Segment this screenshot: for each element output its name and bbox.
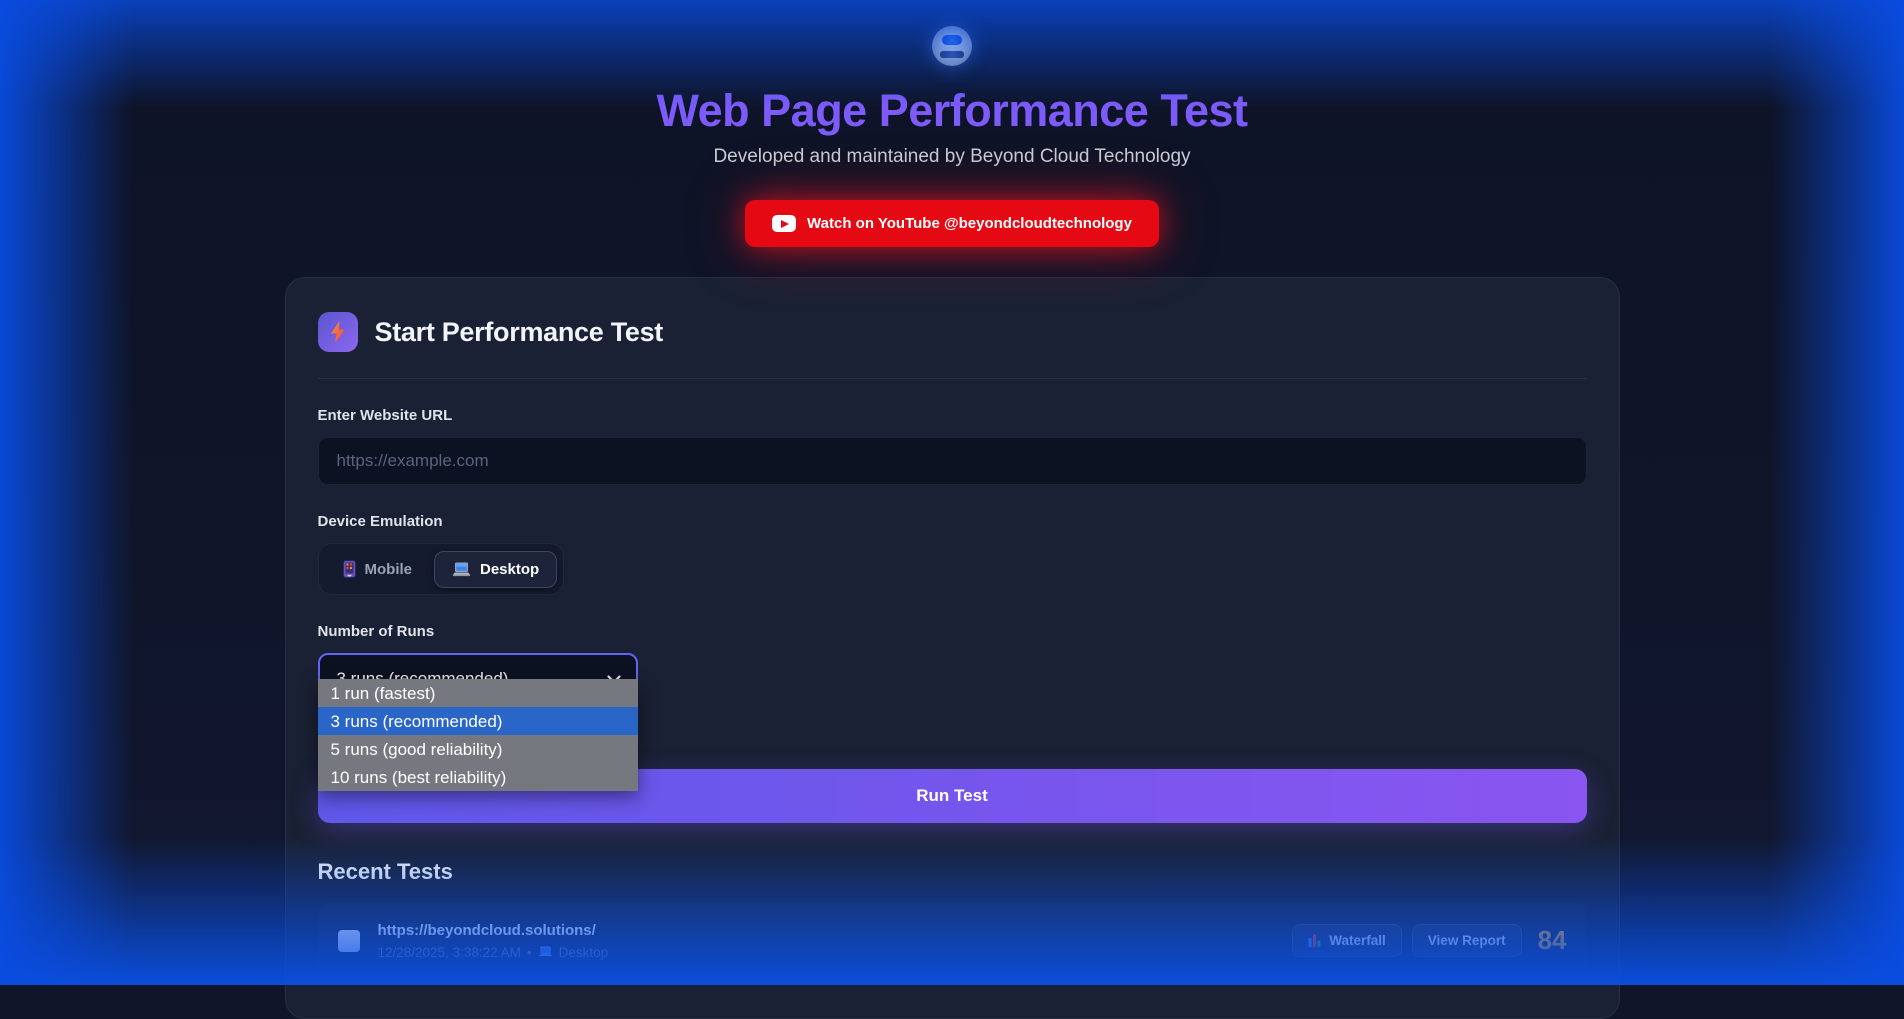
runs-option-1[interactable]: 1 run (fastest) (318, 679, 638, 707)
runs-field-group: Number of Runs 3 runs (recommended) 1 ru… (318, 623, 638, 705)
test-row-actions: Waterfall View Report 84 (1292, 924, 1566, 957)
start-test-card: Start Performance Test Enter Website URL… (285, 277, 1620, 1019)
recent-test-row: https://beyondcloud.solutions/ 12/28/202… (318, 903, 1587, 978)
runs-label: Number of Runs (318, 623, 638, 640)
device-field-group: Device Emulation Mobi (318, 513, 1587, 595)
waterfall-button-label: Waterfall (1329, 933, 1386, 948)
test-row-url: https://beyondcloud.solutions/ (378, 922, 609, 939)
waterfall-button[interactable]: Waterfall (1292, 924, 1402, 957)
mobile-phone-icon (343, 560, 356, 578)
beyond-cloud-logo-icon (932, 26, 972, 66)
recent-tests-title: Recent Tests (318, 859, 1587, 885)
url-field-group: Enter Website URL (318, 407, 1587, 485)
page-title: Web Page Performance Test (0, 85, 1904, 137)
test-row-meta: 12/28/2025, 3:38:22 AM • Desktop (378, 945, 609, 960)
laptop-icon (538, 946, 553, 958)
page-header: Web Page Performance Test Developed and … (0, 0, 1904, 247)
lightning-bolt-icon (318, 312, 358, 352)
youtube-button[interactable]: Watch on YouTube @beyondcloudtechnology (745, 200, 1159, 247)
url-label: Enter Website URL (318, 407, 1587, 424)
meta-separator: • (527, 945, 532, 960)
youtube-button-label: Watch on YouTube @beyondcloudtechnology (807, 215, 1132, 232)
website-url-input[interactable] (318, 437, 1587, 485)
bar-chart-icon (1308, 934, 1321, 947)
card-title: Start Performance Test (375, 317, 664, 348)
card-header: Start Performance Test (318, 312, 1587, 352)
runs-option-10[interactable]: 10 runs (best reliability) (318, 763, 638, 791)
page-subtitle: Developed and maintained by Beyond Cloud… (0, 146, 1904, 168)
youtube-play-icon (772, 215, 796, 232)
laptop-icon (452, 562, 471, 577)
device-segmented-control: Mobile Desktop (318, 543, 565, 595)
device-mobile-label: Mobile (365, 561, 413, 578)
device-desktop-label: Desktop (480, 561, 539, 578)
page-background: Web Page Performance Test Developed and … (0, 0, 1904, 985)
test-row-device: Desktop (559, 945, 609, 960)
runs-option-5[interactable]: 5 runs (good reliability) (318, 735, 638, 763)
view-report-button[interactable]: View Report (1412, 924, 1522, 957)
test-row-info: https://beyondcloud.solutions/ 12/28/202… (378, 922, 609, 960)
divider (318, 378, 1587, 379)
runs-dropdown-menu: 1 run (fastest) 3 runs (recommended) 5 r… (318, 679, 638, 791)
performance-score-badge: 84 (1538, 925, 1567, 956)
device-desktop-button[interactable]: Desktop (434, 551, 557, 588)
runs-option-3[interactable]: 3 runs (recommended) (318, 707, 638, 735)
view-report-button-label: View Report (1428, 933, 1506, 948)
test-row-timestamp: 12/28/2025, 3:38:22 AM (378, 945, 521, 960)
recent-tests-section: Recent Tests https://beyondcloud.solutio… (318, 859, 1587, 978)
test-row-checkbox[interactable] (338, 930, 360, 952)
device-mobile-button[interactable]: Mobile (325, 550, 431, 588)
device-label: Device Emulation (318, 513, 1587, 530)
